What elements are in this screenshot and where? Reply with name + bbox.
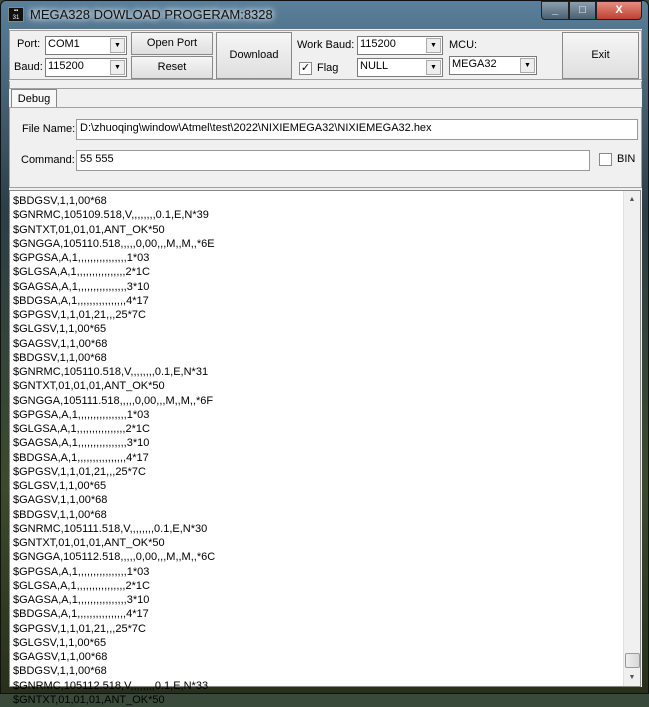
log-line: $GLGSA,A,1,,,,,,,,,,,,,,,,2*1C (13, 423, 150, 435)
log-line: $GLGSA,A,1,,,,,,,,,,,,,,,,2*1C (13, 266, 150, 279)
log-line: $GNTXT,01,01,01,ANT_OK*50 (13, 693, 165, 706)
baud-select[interactable]: 115200 ▼ (45, 58, 127, 77)
log-line: $GPGSA,A,1,,,,,,,,,,,,,,,,1*03 (13, 408, 150, 421)
command-label: Command: (21, 154, 75, 166)
log-line: $GNRMC,105111.518,V,,,,,,,,0.1,E,N*30 (13, 522, 208, 535)
log-line: $BDGSV,1,1,00*68 (13, 351, 107, 364)
log-line: $BDGSV,1,1,00*68 (13, 195, 107, 207)
log-line: $BDGSV,1,1,00*68 (13, 665, 107, 678)
log-line: $BDGSA,A,1,,,,,,,,,,,,,,,,4*17 (13, 608, 149, 621)
log-line: $GNTXT,01,01,01,ANT_OK*50 (13, 537, 165, 549)
log-line: $GNGGA,105112.518,,,,,0,00,,,M,,M,,*6C (13, 551, 216, 564)
app-icon: ▪▪ 31 (8, 7, 24, 22)
log-line: $GPGSV,1,1,01,21,,,25*7C (13, 309, 146, 321)
scroll-up-icon[interactable]: ▲ (624, 191, 640, 208)
log-line: $GNRMC,105112.518,V,,,,,,,,0.1,E,N*33 (13, 679, 209, 692)
log-line: $GLGSV,1,1,00*65 (13, 480, 107, 492)
log-line: $GAGSV,1,1,00*68 (13, 337, 108, 350)
work-baud-value: 115200 (360, 38, 396, 50)
exit-button[interactable]: Exit (562, 32, 639, 79)
log-line: $GPGSV,1,1,01,21,,,25*7C (13, 465, 146, 478)
log-line: $GAGSA,A,1,,,,,,,,,,,,,,,,3*10 (13, 594, 150, 606)
toolbar-panel: Port: COM1 ▼ Baud: 115200 ▼ Open Port Rese… (9, 30, 642, 80)
mcu-label: MCU: (449, 39, 478, 51)
log-lines: $BDGSV,1,1,00*68 $GNRMC,105109.518,V,,,,,… (13, 194, 623, 707)
chevron-down-icon[interactable]: ▼ (110, 38, 125, 53)
log-line: $GAGSA,A,1,,,,,,,,,,,,,,,,3*10 (13, 280, 150, 293)
log-line: $BDGSA,A,1,,,,,,,,,,,,,,,,4*17 (13, 294, 149, 307)
window-frame: ▪▪ 31 MEGA328 DOWLOAD PROGERAM:8328 _ □ X… (0, 0, 649, 706)
baud-value: 115200 (48, 60, 84, 72)
flag-label: Flag (317, 62, 339, 74)
chevron-down-icon[interactable]: ▼ (520, 58, 535, 73)
mcu-value: MEGA32 (452, 58, 497, 70)
log-line: $BDGSV,1,1,00*68 (13, 508, 107, 521)
flag-value: NULL (360, 60, 389, 72)
chevron-down-icon[interactable]: ▼ (110, 60, 125, 75)
close-button[interactable]: X (596, 1, 642, 20)
log-line: $GNTXT,01,01,01,ANT_OK*50 (13, 380, 165, 393)
log-line: $GNRMC,105110.518,V,,,,,,,,0.1,E,N*31 (13, 366, 209, 378)
log-line: $GNRMC,105109.518,V,,,,,,,,0.1,E,N*39 (13, 209, 209, 222)
flag-select[interactable]: NULL ▼ (357, 58, 443, 77)
port-select[interactable]: COM1 ▼ (45, 36, 127, 55)
work-baud-label: Work Baud: (297, 39, 355, 51)
vertical-scrollbar[interactable]: ▲ ▼ (623, 191, 640, 686)
log-line: $GLGSV,1,1,00*65 (13, 636, 107, 649)
log-line: $GLGSV,1,1,00*65 (13, 323, 107, 336)
scroll-down-icon[interactable]: ▼ (624, 669, 640, 686)
port-value: COM1 (48, 38, 80, 50)
tab-debug[interactable]: Debug (11, 89, 57, 109)
log-line: $GAGSA,A,1,,,,,,,,,,,,,,,,3*10 (13, 437, 150, 450)
flag-checkbox[interactable]: ✓ (299, 62, 312, 75)
bin-checkbox[interactable] (599, 153, 612, 166)
work-baud-select[interactable]: 115200 ▼ (357, 36, 443, 55)
debug-panel: File Name: D:\zhuoqing\window\Atmel\test… (9, 107, 642, 188)
command-field[interactable]: 55 555 (76, 150, 590, 171)
bin-label: BIN (617, 153, 636, 165)
reset-button[interactable]: Reset (131, 56, 213, 79)
mcu-select[interactable]: MEGA32 ▼ (449, 56, 537, 75)
status-strip (9, 81, 642, 89)
client-area: Port: COM1 ▼ Baud: 115200 ▼ Open Port Rese… (9, 29, 642, 706)
log-line: $GNGGA,105111.518,,,,,0,00,,,M,,M,,*6F (13, 394, 214, 407)
window-title: MEGA328 DOWLOAD PROGERAM:8328 (30, 7, 273, 22)
scrollbar-thumb[interactable] (625, 653, 640, 668)
baud-label: Baud: (14, 61, 43, 73)
file-name-label: File Name: (22, 123, 76, 135)
log-line: $GAGSV,1,1,00*68 (13, 494, 108, 507)
chevron-down-icon[interactable]: ▼ (426, 60, 441, 75)
download-button[interactable]: Download (216, 32, 292, 79)
log-line: $GPGSV,1,1,01,21,,,25*7C (13, 622, 146, 635)
chevron-down-icon[interactable]: ▼ (426, 38, 441, 53)
log-line: $GPGSA,A,1,,,,,,,,,,,,,,,,1*03 (13, 565, 150, 578)
log-line: $GAGSV,1,1,00*68 (13, 651, 108, 663)
log-line: $GLGSA,A,1,,,,,,,,,,,,,,,,2*1C (13, 579, 150, 592)
log-line: $BDGSA,A,1,,,,,,,,,,,,,,,,4*17 (13, 451, 149, 464)
port-label: Port: (17, 38, 41, 50)
log-output[interactable]: $BDGSV,1,1,00*68 $GNRMC,105109.518,V,,,,,… (9, 190, 641, 706)
maximize-button[interactable]: □ (569, 1, 596, 20)
open-port-button[interactable]: Open Port (131, 32, 213, 55)
minimize-button[interactable]: _ (541, 1, 569, 20)
title-bar[interactable]: ▪▪ 31 MEGA328 DOWLOAD PROGERAM:8328 _ □ X (1, 1, 649, 29)
log-line: $GPGSA,A,1,,,,,,,,,,,,,,,,1*03 (13, 252, 150, 264)
file-name-field[interactable]: D:\zhuoqing\window\Atmel\test\2022\NIXIE… (76, 119, 638, 140)
log-line: $GNTXT,01,01,01,ANT_OK*50 (13, 223, 165, 236)
log-line: $GNGGA,105110.518,,,,,0,00,,,M,,M,,*6E (13, 237, 215, 250)
